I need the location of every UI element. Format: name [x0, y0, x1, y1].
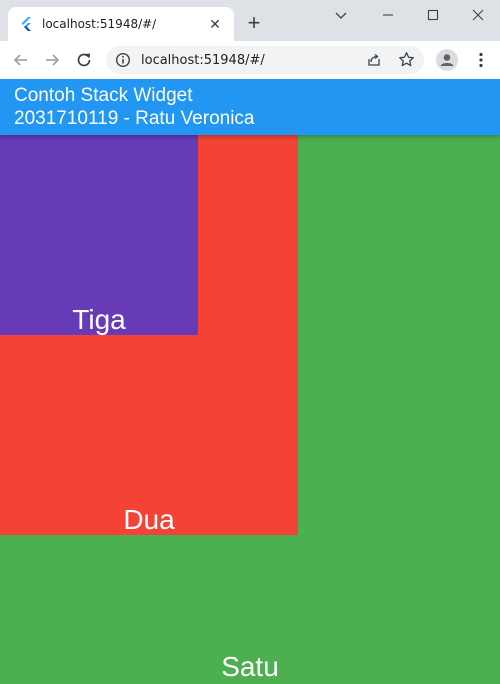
flutter-icon — [21, 17, 31, 31]
box-label-tiga: Tiga — [72, 304, 126, 335]
stack-box-tiga: Tiga — [0, 135, 198, 335]
kebab-menu-icon[interactable] — [473, 51, 489, 69]
chevron-down-icon[interactable] — [331, 5, 351, 25]
person-icon — [440, 54, 454, 66]
arrow-left-icon[interactable] — [12, 51, 30, 69]
browser-tab[interactable]: localhost:51948/#/ ✕ — [8, 7, 234, 41]
browser-toolbar: localhost:51948/#/ — [0, 41, 500, 79]
arrow-right-icon[interactable] — [43, 51, 61, 69]
share-icon[interactable] — [366, 52, 382, 68]
browser-tabstrip: localhost:51948/#/ ✕ + — [0, 0, 500, 41]
minimize-icon[interactable] — [378, 5, 398, 25]
maximize-icon[interactable] — [423, 5, 443, 25]
url-text[interactable]: localhost:51948/#/ — [141, 53, 265, 68]
address-bar[interactable]: localhost:51948/#/ — [106, 46, 424, 74]
new-tab-button[interactable]: + — [244, 12, 264, 34]
info-icon[interactable] — [115, 52, 131, 68]
close-window-icon[interactable] — [468, 5, 488, 25]
profile-avatar[interactable] — [436, 49, 458, 71]
app-bar-subtitle: 2031710119 - Ratu Veronica — [14, 108, 255, 129]
box-label-dua: Dua — [123, 504, 175, 535]
app-bar-title: Contoh Stack Widget — [14, 85, 193, 106]
tab-title: localhost:51948/#/ — [42, 17, 157, 31]
close-tab-icon[interactable]: ✕ — [208, 17, 222, 31]
box-label-satu: Satu — [221, 651, 279, 682]
app-bar: Contoh Stack Widget 2031710119 - Ratu Ve… — [0, 79, 500, 135]
star-icon[interactable] — [398, 51, 415, 68]
reload-icon[interactable] — [75, 51, 93, 69]
